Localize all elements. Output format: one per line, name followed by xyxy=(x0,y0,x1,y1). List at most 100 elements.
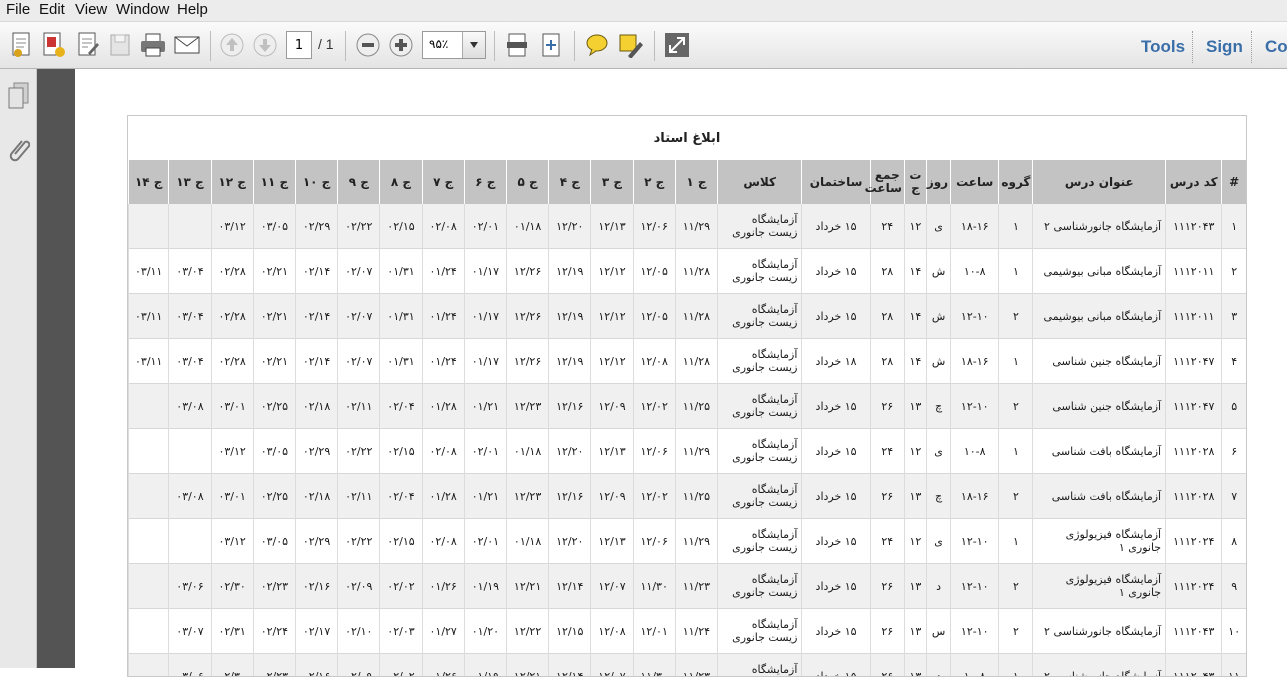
menu-edit[interactable]: Edit xyxy=(39,1,65,18)
zoom-select[interactable]: ۹۵٪ xyxy=(422,31,486,59)
table-cell: ۱۲/۰۷ xyxy=(591,564,633,609)
save-icon[interactable] xyxy=(106,30,134,60)
table-cell: ۱۲/۱۶ xyxy=(549,384,591,429)
column-header: ج ۱۴ xyxy=(129,160,169,204)
table-cell: ۰۱/۲۱ xyxy=(464,474,506,519)
table-cell: ۰۳/۰۷ xyxy=(169,609,211,654)
table-cell: ۰۳/۰۶ xyxy=(169,654,211,677)
table-cell: ۰۲/۰۱ xyxy=(464,519,506,564)
table-cell: ۰۲/۲۱ xyxy=(253,294,295,339)
table-cell: چ xyxy=(926,384,950,429)
column-header: ج ۷ xyxy=(422,160,464,204)
attachments-icon[interactable] xyxy=(6,135,30,169)
sign-link[interactable]: Sign xyxy=(1206,37,1243,57)
table-row[interactable]: ۸۱۱۱۲۰۲۴آزمایشگاه فیزیولوژی جانوری ۱۱۱۲-… xyxy=(129,519,1247,564)
table-cell: ش xyxy=(926,339,950,384)
table-title: ابلاغ استاد xyxy=(128,116,1246,160)
table-cell: ۲۴ xyxy=(870,519,904,564)
next-page-icon[interactable] xyxy=(251,30,279,60)
table-cell: ۱۲-۱۰ xyxy=(951,564,999,609)
table-row[interactable]: ۶۱۱۱۲۰۲۸آزمایشگاه بافت شناسی۱۱۰-۸ی۱۲۲۴۱۵… xyxy=(129,429,1247,474)
table-cell: ۱۴ xyxy=(904,294,926,339)
table-cell: ۱۵ خرداد xyxy=(802,294,870,339)
table-cell: ۰۲/۲۹ xyxy=(295,519,337,564)
table-cell: ۰۳/۰۴ xyxy=(169,249,211,294)
table-cell: ۰۲/۲۴ xyxy=(253,609,295,654)
table-cell: ۱۵ خرداد xyxy=(802,474,870,519)
table-cell: ۱۵ خرداد xyxy=(802,204,870,249)
table-row[interactable]: ۱۱۱۱۱۲۰۴۳آزمایشگاه جانورشناسی ۲۱۱۰-۸د۱۳۲… xyxy=(129,654,1247,677)
table-cell: ۰۲/۲۸ xyxy=(211,294,253,339)
previous-page-icon[interactable] xyxy=(218,30,246,60)
table-row[interactable]: ۵۱۱۱۲۰۴۷آزمایشگاه جنین شناسی۲۱۲-۱۰چ۱۳۲۶۱… xyxy=(129,384,1247,429)
table-cell: ۰۱/۱۸ xyxy=(506,429,548,474)
column-header: ج ۹ xyxy=(338,160,380,204)
table-cell: ۱۴ xyxy=(904,339,926,384)
pages-panel-icon[interactable] xyxy=(6,81,30,115)
comment-link[interactable]: Cor xyxy=(1265,37,1287,57)
table-cell: ۱۲/۲۳ xyxy=(506,474,548,519)
table-cell: ۱۱۱۲۰۴۷ xyxy=(1166,339,1222,384)
table-cell: ۱۸-۱۶ xyxy=(951,339,999,384)
zoom-out-icon[interactable] xyxy=(354,30,382,60)
page-number-input[interactable]: 1 xyxy=(286,31,312,59)
table-cell: ۱۲/۲۰ xyxy=(549,519,591,564)
table-cell: ۰۲/۱۸ xyxy=(295,384,337,429)
table-row[interactable]: ۷۱۱۱۲۰۲۸آزمایشگاه بافت شناسی۲۱۸-۱۶چ۱۳۲۶۱… xyxy=(129,474,1247,519)
table-cell xyxy=(129,609,169,654)
table-cell: ۰۳/۰۶ xyxy=(169,564,211,609)
table-cell: ۱۲/۲۶ xyxy=(506,249,548,294)
table-cell: ۰۲/۲۱ xyxy=(253,339,295,384)
table-cell xyxy=(169,519,211,564)
fit-page-icon[interactable] xyxy=(503,30,531,60)
table-cell: ۰۳/۰۴ xyxy=(169,339,211,384)
table-row[interactable]: ۱۱۱۱۲۰۴۳آزمایشگاه جانورشناسی ۲۱۱۸-۱۶ی۱۲۲… xyxy=(129,204,1247,249)
zoom-in-icon[interactable] xyxy=(387,30,415,60)
table-cell: ۱ xyxy=(999,519,1033,564)
table-cell: ۰۲/۰۷ xyxy=(338,339,380,384)
table-cell: آزمایشگاه جانورشناسی ۲ xyxy=(1033,654,1166,677)
tools-link[interactable]: Tools xyxy=(1141,37,1185,57)
highlight-icon[interactable] xyxy=(616,30,644,60)
chevron-down-icon[interactable] xyxy=(462,32,485,58)
fit-width-icon[interactable] xyxy=(537,30,565,60)
table-row[interactable]: ۹۱۱۱۲۰۲۴آزمایشگاه فیزیولوژی جانوری ۱۲۱۲-… xyxy=(129,564,1247,609)
menu-view[interactable]: View xyxy=(75,1,107,18)
table-row[interactable]: ۱۰۱۱۱۲۰۴۳آزمایشگاه جانورشناسی ۲۲۱۲-۱۰س۱۳… xyxy=(129,609,1247,654)
table-cell: آزمایشگاه زیست جانوری xyxy=(718,429,802,474)
table-cell: ۲ xyxy=(1222,249,1246,294)
table-cell: ۲۶ xyxy=(870,474,904,519)
table-cell: ۱۱/۲۹ xyxy=(675,429,717,474)
email-icon[interactable] xyxy=(172,30,202,60)
column-header: ج ۸ xyxy=(380,160,422,204)
menu-window[interactable]: Window xyxy=(116,1,169,18)
table-cell: ۱۲/۰۵ xyxy=(633,249,675,294)
table-cell: ۰۳/۰۸ xyxy=(169,474,211,519)
table-cell: ۱۰ xyxy=(1222,609,1246,654)
table-cell: ۰۲/۱۵ xyxy=(380,204,422,249)
table-cell: ۱۱/۲۹ xyxy=(675,204,717,249)
table-cell: ۰۲/۰۷ xyxy=(338,294,380,339)
fullscreen-icon[interactable] xyxy=(663,30,691,60)
menu-file[interactable]: File xyxy=(6,1,30,18)
table-cell: ۰۳/۰۵ xyxy=(253,204,295,249)
table-cell: ۰۲/۱۶ xyxy=(295,564,337,609)
create-pdf-icon[interactable] xyxy=(8,30,36,60)
comment-icon[interactable] xyxy=(583,30,611,60)
table-header-row: #کد درسعنوان درسگروهساعتروزت ججمع ساعتسا… xyxy=(129,160,1247,204)
export-pdf-icon[interactable] xyxy=(40,30,68,60)
table-cell: آزمایشگاه جانورشناسی ۲ xyxy=(1033,204,1166,249)
menu-help[interactable]: Help xyxy=(177,1,208,18)
table-row[interactable]: ۲۱۱۱۲۰۱۱آزمایشگاه مبانی بیوشیمی۱۱۰-۸ش۱۴۲… xyxy=(129,249,1247,294)
column-header: روز xyxy=(926,160,950,204)
table-cell: ۱۱/۲۵ xyxy=(675,474,717,519)
print-icon[interactable] xyxy=(138,30,168,60)
table-row[interactable]: ۴۱۱۱۲۰۴۷آزمایشگاه جنین شناسی۱۱۸-۱۶ش۱۴۲۸۱… xyxy=(129,339,1247,384)
table-row[interactable]: ۳۱۱۱۲۰۱۱آزمایشگاه مبانی بیوشیمی۲۱۲-۱۰ش۱۴… xyxy=(129,294,1247,339)
column-header: ج ۱ xyxy=(675,160,717,204)
table-cell: ۱۸ خرداد xyxy=(802,339,870,384)
table-cell: ۱ xyxy=(999,429,1033,474)
table-cell: ۲۶ xyxy=(870,654,904,677)
edit-document-icon[interactable] xyxy=(74,30,102,60)
table-cell: ۱۲/۱۹ xyxy=(549,339,591,384)
